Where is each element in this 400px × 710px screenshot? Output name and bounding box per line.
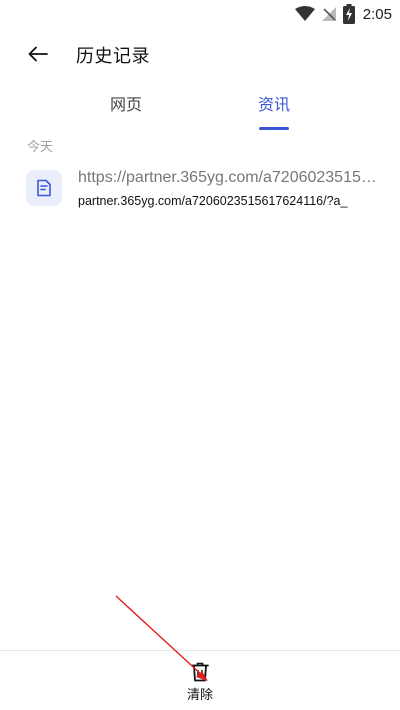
trash-icon xyxy=(191,662,209,682)
clear-button[interactable]: 清除 xyxy=(170,656,230,704)
battery-charging-icon xyxy=(342,4,355,24)
item-url: partner.365yg.com/a7206023515617624116/?… xyxy=(78,194,348,208)
bottom-divider xyxy=(0,650,400,651)
tab-bar: 网页 资讯 xyxy=(0,92,400,132)
clear-label: 清除 xyxy=(186,688,213,703)
page-title: 历史记录 xyxy=(76,46,150,67)
wifi-icon xyxy=(294,6,315,21)
item-icon-container xyxy=(26,170,62,206)
section-date-label: 今天 xyxy=(27,140,54,155)
active-tab-indicator xyxy=(259,127,289,130)
app-bar: 历史记录 xyxy=(0,30,400,78)
status-time: 2:05 xyxy=(362,5,392,23)
back-button[interactable] xyxy=(22,40,54,68)
item-title: https://partner.365yg.com/a7206023515… xyxy=(78,169,377,186)
arrow-left-icon xyxy=(28,46,48,62)
no-signal-icon xyxy=(321,7,336,21)
document-icon xyxy=(37,179,51,197)
tab-news[interactable]: 资讯 xyxy=(234,92,314,132)
list-item[interactable]: https://partner.365yg.com/a7206023515… p… xyxy=(0,162,400,218)
status-icons: 2:05 xyxy=(294,4,392,24)
status-bar: 2:05 xyxy=(0,0,400,28)
tab-web[interactable]: 网页 xyxy=(86,92,166,132)
